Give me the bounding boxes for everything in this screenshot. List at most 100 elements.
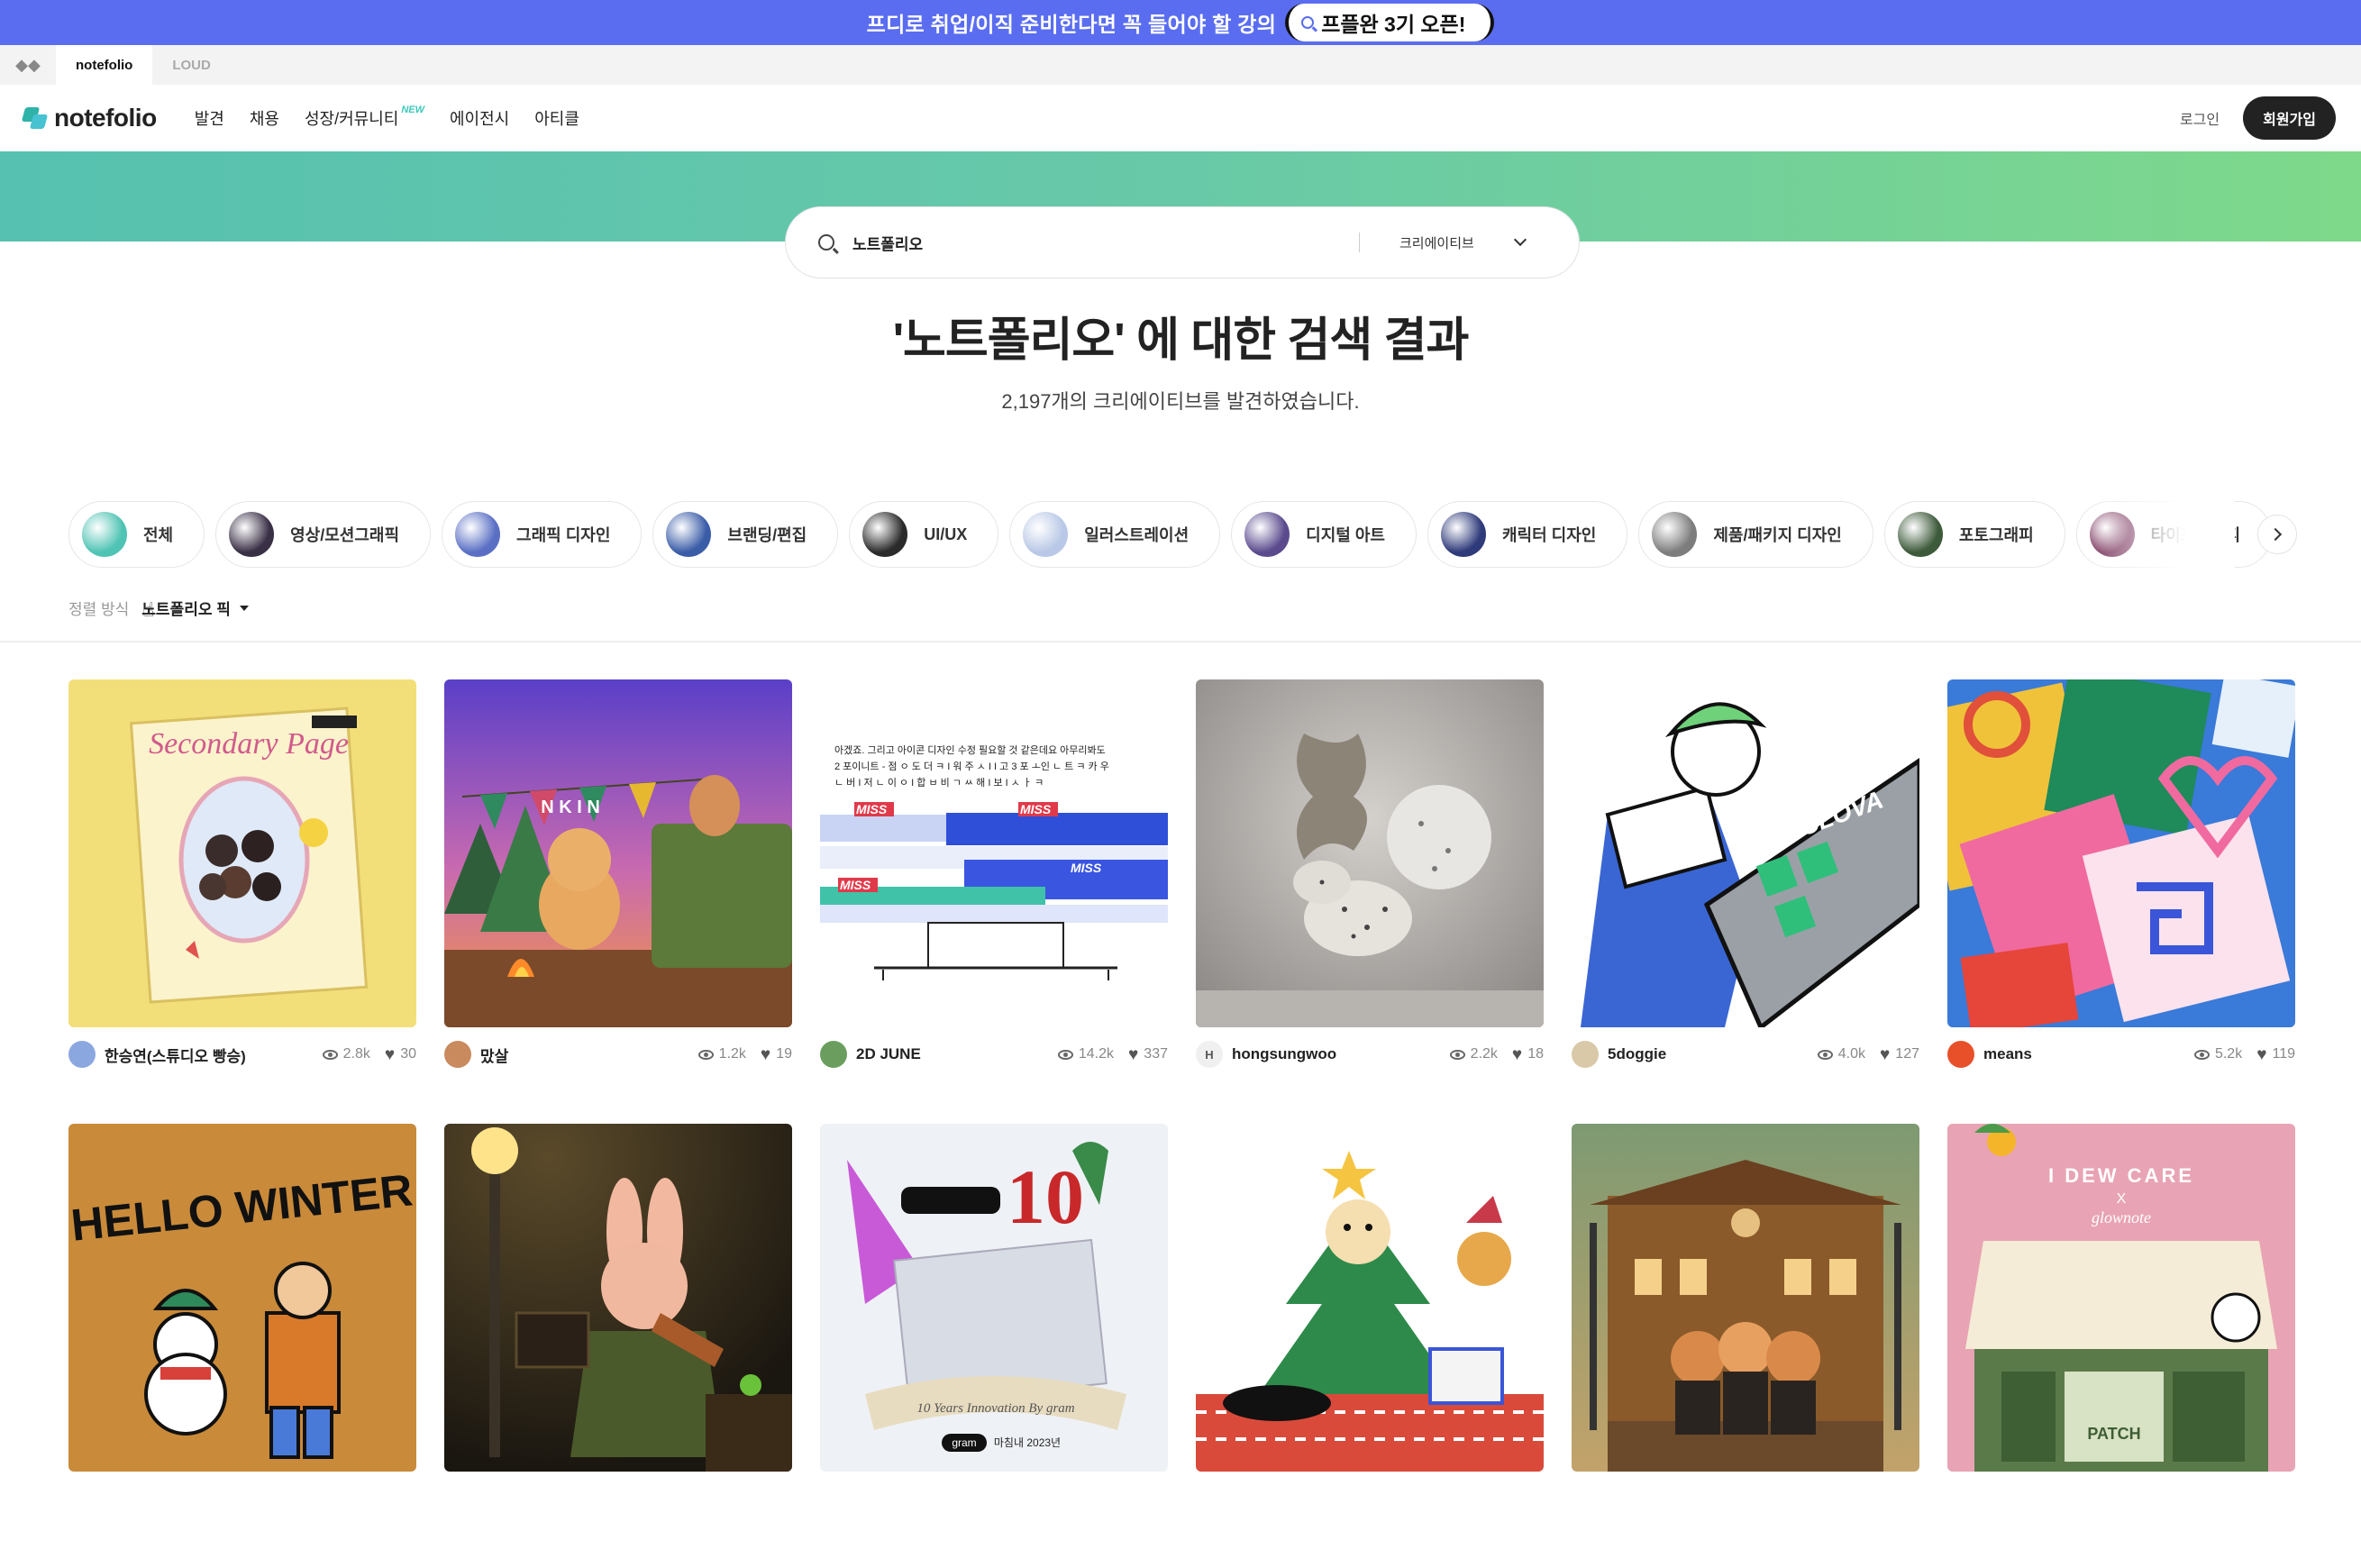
category-chip[interactable]: 전체 — [68, 501, 205, 568]
eye-icon — [1817, 1049, 1833, 1060]
violin-rabbit-artwork — [444, 1124, 792, 1472]
creative-thumbnail[interactable]: CLOVA — [1572, 679, 1919, 1027]
category-label: 포토그래피 — [1958, 526, 2034, 544]
creative-card[interactable] — [444, 1124, 792, 1568]
heart-icon[interactable]: ♥ — [761, 1046, 770, 1063]
artwork-title: Secondary Page — [149, 727, 349, 761]
author-name[interactable]: means — [1983, 1045, 2032, 1063]
avatar[interactable] — [1572, 1041, 1599, 1068]
category-chip[interactable]: 제품/패키지 디자인 — [1638, 501, 1873, 568]
author-name[interactable]: hongsungwoo — [1232, 1045, 1336, 1063]
nav-item-agency[interactable]: 에이전시 — [450, 106, 509, 130]
category-chip[interactable]: 일러스트레이션 — [1009, 501, 1221, 568]
avatar[interactable] — [444, 1041, 471, 1068]
creative-card[interactable]: 아겠죠. 그리고 아이콘 디자인 수정 필요할 것 같은데요 아무리봐도 2 포… — [820, 679, 1168, 1124]
card-stats: 2.2k ♥ 18 — [1449, 1046, 1544, 1063]
creative-card[interactable]: means 5.2k ♥ 119 — [1947, 679, 2295, 1124]
creative-thumbnail[interactable] — [1572, 1124, 1919, 1472]
heart-icon[interactable]: ♥ — [2256, 1046, 2266, 1063]
pattern-poster-artwork — [1947, 679, 2295, 1027]
creative-card[interactable]: CLOVA 5doggie 4.0k ♥ 127 — [1572, 679, 1919, 1124]
creative-card[interactable]: N K I N 맜살 1.2k ♥ 19 — [444, 679, 792, 1124]
artwork-text-line: 2 포이니트 - 점 ㅇ 도 더 ㅋ I 워 주 ㅅ I I 고 3 포 ㅗ인 … — [834, 761, 1109, 772]
avatar[interactable] — [1947, 1041, 1974, 1068]
creative-thumbnail[interactable]: N K I N — [444, 679, 792, 1027]
chevron-right-icon — [2268, 527, 2283, 542]
category-chip[interactable]: 포토그래피 — [1883, 501, 2065, 568]
creative-card[interactable]: Secondary Page 한승연(스튜디오 빵승) 2.8k ♥ 30 — [68, 679, 416, 1124]
author-name[interactable]: 2D JUNE — [856, 1045, 921, 1063]
creative-thumbnail[interactable]: 10 10 Years Innovation By gram gram 마침내 … — [820, 1124, 1168, 1472]
heart-icon[interactable]: ♥ — [1128, 1046, 1138, 1063]
graduation-artwork — [1572, 1124, 1919, 1472]
creative-thumbnail[interactable] — [444, 1124, 792, 1472]
creative-thumbnail[interactable]: Secondary Page — [68, 679, 416, 1027]
category-next-button[interactable] — [2257, 515, 2297, 554]
avatar[interactable] — [68, 1041, 96, 1068]
creative-thumbnail[interactable] — [1196, 1124, 1544, 1472]
gram-badge: gram — [952, 1436, 976, 1449]
category-chip[interactable]: 브랜딩/편집 — [652, 501, 839, 568]
creative-card[interactable] — [1196, 1124, 1544, 1568]
creative-card[interactable]: 10 10 Years Innovation By gram gram 마침내 … — [820, 1124, 1168, 1568]
nav-menu: 발견 채용 성장/커뮤니티 NEW 에이전시 아티클 — [195, 105, 579, 130]
view-count: 1.2k — [718, 1046, 746, 1062]
category-label: 제품/패키지 디자인 — [1713, 526, 1842, 544]
miss-label: MISS — [840, 878, 871, 892]
nav-item-jobs[interactable]: 채용 — [250, 106, 279, 130]
category-chip[interactable]: 디지털 아트 — [1231, 501, 1417, 568]
promo-banner[interactable]: 프디로 취업/이직 준비한다면 꼭 들어야 할 강의 프플완 3기 오픈! — [0, 0, 2361, 45]
category-chip[interactable]: 캐릭터 디자인 — [1427, 501, 1628, 568]
gram-anniversary-artwork: 10 10 Years Innovation By gram gram 마침내 … — [820, 1124, 1168, 1472]
author-name[interactable]: 맜살 — [480, 1044, 508, 1066]
category-label: 그래픽 디자인 — [516, 526, 611, 544]
heart-icon[interactable]: ♥ — [1880, 1046, 1890, 1063]
creative-card[interactable]: I DEW CARE X glownote PATCH — [1947, 1124, 2295, 1568]
like-count: 119 — [2272, 1046, 2295, 1062]
category-chip[interactable]: 그래픽 디자인 — [442, 501, 643, 568]
promo-pill-text: 프플완 3기 오픈! — [1321, 13, 1466, 36]
nav-item-community[interactable]: 성장/커뮤니티 NEW — [305, 105, 424, 130]
author-name[interactable]: 한승연(스튜디오 빵승) — [105, 1044, 246, 1066]
search-input[interactable] — [852, 233, 1321, 251]
creative-card[interactable]: H hongsungwoo 2.2k ♥ 18 — [1196, 679, 1544, 1124]
avatar[interactable]: H — [1196, 1041, 1223, 1068]
view-count: 14.2k — [1078, 1046, 1115, 1062]
card-meta — [1947, 1472, 2295, 1526]
notefolio-logo-icon — [21, 107, 49, 129]
search-type-select[interactable]: 크리에이티브 — [1399, 233, 1474, 252]
heart-icon[interactable]: ♥ — [385, 1046, 395, 1063]
artwork-text-line: 아겠죠. 그리고 아이콘 디자인 수정 필요할 것 같은데요 아무리봐도 — [834, 744, 1106, 756]
author-name[interactable]: 5doggie — [1608, 1045, 1666, 1063]
category-chip[interactable]: UI/UX — [849, 501, 999, 568]
avatar[interactable] — [820, 1041, 847, 1068]
chevron-down-icon[interactable] — [1513, 232, 1527, 247]
category-label: 일러스트레이션 — [1084, 526, 1190, 544]
category-filter: 전체 영상/모션그래픽 그래픽 디자인 브랜딩/편집 UI/UX 일러스트레이션 디지털 아… — [68, 501, 2285, 568]
category-thumbnail — [455, 512, 501, 557]
tab-loud[interactable]: LOUD — [152, 45, 231, 85]
login-link[interactable]: 로그인 — [2180, 107, 2220, 129]
signup-button[interactable]: 회원가입 — [2243, 96, 2336, 140]
creative-thumbnail[interactable] — [1196, 679, 1544, 1027]
home-logo-icon[interactable]: ◆◆ — [0, 45, 56, 85]
category-chip[interactable]: 영상/모션그래픽 — [215, 501, 432, 568]
brand-logo[interactable]: notefolio — [21, 104, 157, 132]
creative-card[interactable]: HELLO WINTER — [68, 1124, 416, 1568]
tab-notefolio[interactable]: notefolio — [56, 45, 153, 85]
category-label: 영상/모션그래픽 — [290, 526, 400, 544]
search-icon[interactable] — [818, 234, 834, 251]
promo-text[interactable]: 프디로 취업/이직 준비한다면 꼭 들어야 할 강의 — [867, 7, 1277, 38]
heart-icon[interactable]: ♥ — [1512, 1046, 1522, 1063]
creative-card[interactable] — [1572, 1124, 1919, 1568]
creative-thumbnail[interactable]: 아겠죠. 그리고 아이콘 디자인 수정 필요할 것 같은데요 아무리봐도 2 포… — [820, 679, 1168, 1027]
creative-thumbnail[interactable]: HELLO WINTER — [68, 1124, 416, 1472]
creative-thumbnail[interactable] — [1947, 679, 2295, 1027]
nav-item-articles[interactable]: 아티클 — [534, 106, 579, 130]
sort-dropdown[interactable]: 노트폴리오 픽 — [141, 597, 249, 619]
card-meta — [820, 1472, 1168, 1526]
creative-thumbnail[interactable]: I DEW CARE X glownote PATCH — [1947, 1124, 2295, 1472]
category-thumbnail — [1244, 512, 1290, 557]
promo-pill[interactable]: 프플완 3기 오픈! — [1285, 4, 1495, 41]
nav-item-discover[interactable]: 발견 — [195, 106, 224, 130]
